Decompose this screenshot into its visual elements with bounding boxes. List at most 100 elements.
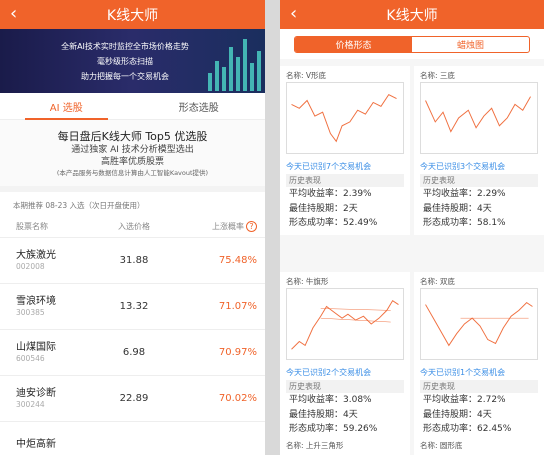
stock-rate: 71.07% xyxy=(218,301,257,312)
pattern-name: 名称: V形底 xyxy=(286,71,327,80)
stat-value: 2.39% xyxy=(343,189,372,199)
top-bar: ‹ K线大师 xyxy=(0,0,265,29)
header-rate: 上涨概率 xyxy=(212,222,244,231)
stat-value: 4天 xyxy=(477,409,492,420)
pattern-chart xyxy=(420,82,538,154)
stat-label: 最佳持股期： xyxy=(423,409,478,420)
tab-price-pattern[interactable]: 价格形态 xyxy=(295,36,412,52)
table-row[interactable]: 山煤国际 600546 6.98 70.97% xyxy=(0,330,265,376)
history-label: 历史表现 xyxy=(286,380,404,393)
stat-label: 最佳持股期： xyxy=(423,203,478,214)
opportunity-link[interactable]: 今天已识别1个交易机会 xyxy=(420,366,538,380)
stock-name: 大族激光 xyxy=(16,250,56,261)
stat-label: 平均收益率： xyxy=(423,189,478,199)
stock-price: 13.32 xyxy=(119,301,149,312)
stock-price: 31.88 xyxy=(119,255,149,266)
tab-candlestick[interactable]: 蜡烛图 xyxy=(412,37,529,52)
pattern-name: 名称: 上升三角形 xyxy=(286,441,344,450)
stock-price: 22.89 xyxy=(119,393,149,404)
pattern-chart xyxy=(420,288,538,360)
tab-pattern-stock[interactable]: 形态选股 xyxy=(133,93,266,119)
recommend-date: 本期推荐 08-23 入选（次日开盘使用） xyxy=(13,201,145,210)
table-row[interactable]: 迪安诊断 300244 22.89 70.02% xyxy=(0,376,265,422)
stock-name: 山煤国际 xyxy=(16,342,56,353)
stock-name: 雪浪环境 xyxy=(16,296,56,307)
intro-line: 通过独家 AI 技术分析模型选出 xyxy=(71,145,194,155)
stock-tabs: AI 选股 形态选股 xyxy=(0,93,265,120)
stock-code: 300244 xyxy=(16,400,45,409)
segment-control: 价格形态 蜡烛图 xyxy=(280,29,544,59)
header-price: 入选价格 xyxy=(118,222,150,231)
pattern-screen: ‹ K线大师 价格形态 蜡烛图 名称: V形底 今天已识别7个交易机会 历史表现… xyxy=(280,0,544,455)
pattern-name: 名称: 三底 xyxy=(420,71,455,80)
stat-label: 形态成功率： xyxy=(423,218,478,228)
intro-line: 高胜率优质股票 xyxy=(100,157,164,167)
table-row[interactable]: 大族激光 002008 31.88 75.48% xyxy=(0,238,265,284)
stat-value: 59.26% xyxy=(343,424,378,434)
stat-label: 最佳持股期： xyxy=(289,409,344,420)
top-bar: ‹ K线大师 xyxy=(280,0,544,29)
stat-label: 平均收益率： xyxy=(289,189,344,199)
promo-banner: 全新AI技术实时监控全市场价格走势 毫秒级形态扫描 助力把握每一个交易机会 xyxy=(0,29,265,93)
pattern-card[interactable]: 名称: V形底 今天已识别7个交易机会 历史表现 平均收益率：2.39% 最佳持… xyxy=(280,66,410,235)
history-label: 历史表现 xyxy=(286,174,404,187)
opportunity-link[interactable]: 今天已识别3个交易机会 xyxy=(420,160,538,174)
intro-section: 每日盘后K线大师 Top5 优选股 通过独家 AI 技术分析模型选出 高胜率优质… xyxy=(0,120,265,192)
stat-value: 4天 xyxy=(343,409,358,420)
stat-value: 4天 xyxy=(477,203,492,214)
table-row[interactable]: 中炬高新 xyxy=(0,422,265,455)
opportunity-link[interactable]: 今天已识别7个交易机会 xyxy=(286,160,404,174)
stock-price: 6.98 xyxy=(122,347,146,358)
pattern-name: 名称: 圆形底 xyxy=(420,441,463,450)
table-header: 股票名称 入选价格 上涨概率? xyxy=(0,216,265,238)
help-icon[interactable]: ? xyxy=(246,221,257,232)
intro-note: (本产品服务与数据信息计算由人工智能Kavout提供) xyxy=(56,169,209,177)
stock-rate: 70.97% xyxy=(218,347,257,358)
banner-line: 全新AI技术实时监控全市场价格走势 xyxy=(61,42,189,51)
pattern-card[interactable]: 名称: 三底 今天已识别3个交易机会 历史表现 平均收益率：2.29% 最佳持股… xyxy=(414,66,544,235)
stock-rate: 75.48% xyxy=(218,255,257,266)
stat-label: 最佳持股期： xyxy=(289,203,344,214)
stat-value: 2天 xyxy=(343,203,358,214)
stock-name: 迪安诊断 xyxy=(16,388,56,399)
page-title: K线大师 xyxy=(106,7,159,24)
history-label: 历史表现 xyxy=(420,380,538,393)
stat-value: 2.72% xyxy=(477,395,506,405)
pattern-card[interactable]: 名称: 牛旗形 今天已识别2个交易机会 历史表现 平均收益率：3.08% 最佳持… xyxy=(280,272,410,441)
pattern-card[interactable]: 名称: 双底 今天已识别1个交易机会 历史表现 平均收益率：2.72% 最佳持股… xyxy=(414,272,544,441)
opportunity-link[interactable]: 今天已识别2个交易机会 xyxy=(286,366,404,380)
stat-value: 62.45% xyxy=(477,424,512,434)
banner-line: 毫秒级形态扫描 xyxy=(97,57,153,66)
banner-line: 助力把握每一个交易机会 xyxy=(81,72,169,81)
stock-name: 中炬高新 xyxy=(16,439,56,450)
history-label: 历史表现 xyxy=(420,174,538,187)
pattern-grid: 名称: V形底 今天已识别7个交易机会 历史表现 平均收益率：2.39% 最佳持… xyxy=(280,59,544,455)
intro-title: 每日盘后K线大师 Top5 优选股 xyxy=(57,130,208,143)
pattern-chart xyxy=(286,288,404,360)
pattern-card[interactable]: 名称: 上升三角形 xyxy=(280,436,410,455)
pattern-name: 名称: 双底 xyxy=(420,277,455,286)
stat-value: 58.1% xyxy=(477,218,506,228)
table-row[interactable]: 雪浪环境 300385 13.32 71.07% xyxy=(0,284,265,330)
ai-stock-screen: ‹ K线大师 全新AI技术实时监控全市场价格走势 毫秒级形态扫描 助力把握每一个… xyxy=(0,0,265,455)
stock-code: 002008 xyxy=(16,262,45,271)
stock-code: 600546 xyxy=(16,354,45,363)
back-arrow-icon[interactable]: ‹ xyxy=(290,3,297,25)
stat-value: 2.29% xyxy=(477,189,506,199)
stat-label: 平均收益率： xyxy=(423,395,478,405)
pattern-name: 名称: 牛旗形 xyxy=(286,277,329,286)
page-title: K线大师 xyxy=(386,7,438,24)
stat-value: 3.08% xyxy=(343,395,372,405)
tab-ai-stock[interactable]: AI 选股 xyxy=(0,93,133,120)
pattern-chart xyxy=(286,82,404,154)
stat-label: 平均收益率： xyxy=(289,395,344,405)
bar-chart-graphic xyxy=(208,39,261,91)
stat-value: 52.49% xyxy=(343,218,378,228)
stat-label: 形态成功率： xyxy=(289,424,344,434)
stock-code: 300385 xyxy=(16,308,45,317)
stat-label: 形态成功率： xyxy=(423,424,478,434)
back-arrow-icon[interactable]: ‹ xyxy=(10,3,17,25)
header-name: 股票名称 xyxy=(16,222,48,231)
stock-rate: 70.02% xyxy=(218,393,257,404)
pattern-card[interactable]: 名称: 圆形底 xyxy=(414,436,544,455)
